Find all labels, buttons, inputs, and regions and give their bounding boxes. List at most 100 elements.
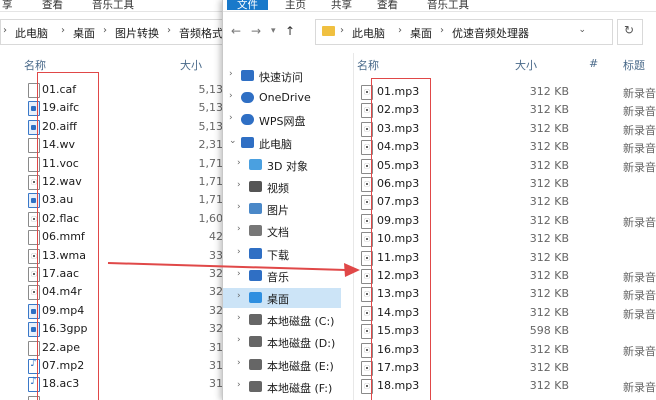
- chevron-right-icon: ›: [440, 25, 444, 36]
- breadcrumb-desktop[interactable]: 桌面: [73, 25, 95, 41]
- nav-item[interactable]: › 本地磁盘 (D:): [223, 332, 341, 352]
- file-row[interactable]: 04.m4r 321: [0, 283, 236, 301]
- file-size: 312 KB: [529, 305, 569, 319]
- back-arrow-icon[interactable]: ←: [231, 24, 241, 38]
- file-size: 312 KB: [529, 379, 569, 393]
- chevron-right-icon[interactable]: ›: [237, 313, 241, 323]
- file-size: 312 KB: [529, 121, 569, 135]
- nav-item[interactable]: › 快速访问: [223, 66, 341, 86]
- file-row[interactable]: 02.flac 1,602: [0, 210, 236, 228]
- nav-item[interactable]: › 本地磁盘 (F:): [223, 377, 341, 397]
- address-dropdown-icon[interactable]: ⌄: [578, 25, 586, 35]
- file-row[interactable]: 09.mp4 321: [0, 302, 236, 320]
- column-header-number[interactable]: #: [589, 57, 598, 70]
- nav-item-label: OneDrive: [259, 91, 311, 105]
- nav-item[interactable]: › 文档: [223, 221, 341, 241]
- chevron-right-icon[interactable]: ›: [237, 380, 241, 390]
- nav-item[interactable]: › 本地磁盘 (E:): [223, 355, 341, 375]
- nav-item-label: 文档: [267, 226, 289, 240]
- nav-item[interactable]: ⌄ 此电脑: [223, 133, 341, 153]
- column-header-size[interactable]: 大小: [180, 57, 202, 73]
- breadcrumb-this-pc[interactable]: 此电脑: [352, 25, 385, 41]
- document-icon: [249, 225, 262, 237]
- file-row[interactable]: 14.wv 2,311: [0, 136, 236, 154]
- column-header-title[interactable]: 标题: [623, 57, 645, 73]
- breadcrumb-this-pc[interactable]: 此电脑: [15, 25, 48, 41]
- refresh-button[interactable]: ↻: [617, 19, 643, 45]
- refresh-icon: ↻: [624, 23, 635, 37]
- nav-item[interactable]: › 视频: [223, 177, 341, 197]
- chevron-right-icon[interactable]: ›: [237, 202, 241, 212]
- file-size: 312 KB: [529, 177, 569, 190]
- chevron-right-icon: ›: [103, 25, 107, 36]
- chevron-right-icon[interactable]: ›: [237, 247, 241, 257]
- nav-item[interactable]: › 音乐: [223, 266, 341, 286]
- file-row[interactable]: 22.ape 319: [0, 339, 236, 357]
- breadcrumb-audio-format[interactable]: 音频格式: [179, 25, 223, 41]
- file-row[interactable]: 11.voc 1,714: [0, 155, 236, 173]
- breadcrumb-image-convert[interactable]: 图片转换: [115, 25, 159, 41]
- chevron-down-icon[interactable]: ⌄: [229, 136, 237, 146]
- chevron-right-icon[interactable]: ›: [229, 113, 233, 123]
- file-row[interactable]: 01.caf 5,131: [0, 81, 236, 99]
- column-header-size[interactable]: 大小: [515, 57, 537, 73]
- left-address-bar[interactable]: › 此电脑 › 桌面 › 图片转换 › 音频格式: [0, 19, 236, 45]
- chevron-right-icon[interactable]: ›: [237, 291, 241, 301]
- file-size: 312 KB: [529, 269, 569, 282]
- file-row[interactable]: 17.aac 327: [0, 265, 236, 283]
- file-title: 新录音: [623, 87, 656, 100]
- forward-arrow-icon[interactable]: →: [251, 24, 261, 38]
- chevron-right-icon[interactable]: ›: [237, 335, 241, 345]
- nav-item[interactable]: › 桌面: [223, 288, 341, 308]
- nav-item[interactable]: › OneDrive: [223, 88, 341, 108]
- column-header-name[interactable]: 名称: [24, 57, 46, 73]
- nav-item-label: 本地磁盘 (C:): [267, 315, 335, 329]
- file-title: 新录音: [623, 160, 656, 174]
- up-arrow-icon[interactable]: ↑: [285, 24, 295, 38]
- breadcrumb-desktop[interactable]: 桌面: [410, 25, 432, 41]
- file-size: 598 KB: [529, 324, 569, 338]
- file-size: 312 KB: [529, 287, 569, 301]
- chevron-right-icon[interactable]: ›: [229, 69, 233, 79]
- disk-icon: [249, 336, 262, 348]
- file-row[interactable]: 16.3gpp 321: [0, 320, 236, 338]
- file-row[interactable]: ...: [0, 394, 236, 400]
- chevron-right-icon[interactable]: ›: [237, 180, 241, 190]
- nav-item[interactable]: › 本地磁盘 (C:): [223, 310, 341, 330]
- nav-item[interactable]: › 3D 对象: [223, 155, 341, 175]
- file-title: 新录音: [623, 142, 656, 156]
- cloud-icon: [241, 114, 254, 126]
- chevron-right-icon[interactable]: ›: [237, 269, 241, 279]
- pane-divider[interactable]: [353, 53, 354, 400]
- chevron-right-icon[interactable]: ›: [237, 358, 241, 368]
- file-row[interactable]: 13.wma 336: [0, 247, 236, 265]
- desktop-icon: [249, 292, 262, 303]
- file-row[interactable]: 03.au 1,711: [0, 191, 236, 209]
- file-title: 新录音: [623, 123, 656, 137]
- nav-item[interactable]: › 下载: [223, 244, 341, 264]
- right-address-bar[interactable]: › 此电脑 › 桌面 › 优速音频处理器 ⌄: [315, 19, 613, 45]
- column-header-name[interactable]: 名称: [357, 57, 379, 73]
- cloud-icon: [241, 92, 254, 104]
- file-row[interactable]: 07.mp2314: [0, 357, 236, 375]
- file-row[interactable]: 18.ac3313: [0, 375, 236, 393]
- recent-dropdown-icon[interactable]: ▾: [271, 26, 276, 36]
- file-row[interactable]: 19.aifc 5,131: [0, 99, 236, 117]
- file-row[interactable]: 20.aiff 5,131: [0, 118, 236, 136]
- file-row[interactable]: 06.mmf 429: [0, 228, 236, 246]
- nav-item-label: 本地磁盘 (F:): [267, 381, 333, 395]
- file-size: 312 KB: [529, 158, 569, 172]
- nav-item[interactable]: › 图片: [223, 199, 341, 219]
- chevron-right-icon[interactable]: ›: [237, 224, 241, 234]
- file-size: 312 KB: [529, 103, 569, 117]
- chevron-right-icon[interactable]: ›: [229, 91, 233, 101]
- music-icon: [249, 269, 262, 281]
- file-size: 312 KB: [529, 213, 569, 227]
- breadcrumb-current-folder[interactable]: 优速音频处理器: [452, 25, 529, 41]
- ribbon-file-button[interactable]: 文件: [227, 0, 268, 11]
- file-row[interactable]: 12.wav 1,711: [0, 173, 236, 191]
- chevron-right-icon[interactable]: ›: [237, 158, 241, 168]
- download-icon: [249, 247, 262, 259]
- file-size: 312 KB: [529, 232, 569, 246]
- nav-item[interactable]: › WPS网盘: [223, 110, 341, 130]
